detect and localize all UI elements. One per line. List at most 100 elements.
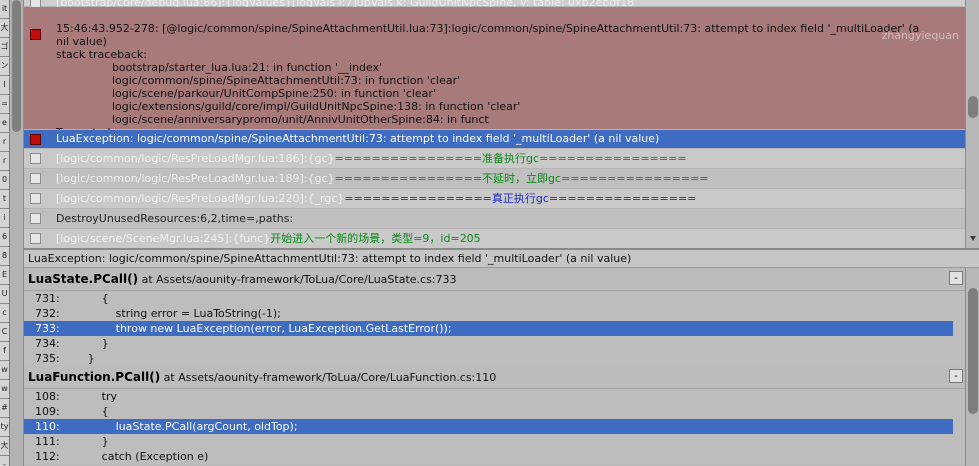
info-icon <box>30 233 41 244</box>
log-entry-text: DestroyUnusedResources:6,2,time=,paths: <box>56 209 965 228</box>
code-line: 735: } <box>24 351 953 366</box>
adjacent-tab[interactable]: ty <box>0 418 9 437</box>
adjacent-tab[interactable]: = <box>0 95 9 114</box>
code-line-highlighted: 110: luaState.PCall(argCount, oldTop); <box>24 419 953 434</box>
stacktrace-detail-pane: LuaState.PCall() at Assets/aounity-frame… <box>24 268 965 466</box>
log-entry-line: logic/common/spine/SpineAttachmentUtil:7… <box>56 74 461 87</box>
log-list-scrollbar[interactable] <box>965 0 979 248</box>
line-code: } <box>59 337 109 350</box>
line-number: 112: <box>35 450 60 463</box>
log-entry-line: nil value) <box>56 35 107 48</box>
error-icon <box>30 29 41 40</box>
adjacent-tab[interactable]: ン <box>0 57 9 76</box>
adjacent-tab[interactable]: w <box>0 361 9 380</box>
adjacent-tab[interactable]: I <box>0 76 9 95</box>
line-code: { <box>59 405 109 418</box>
watermark: zhangyiequan <box>881 29 959 42</box>
log-source-prefix: [logic/common/logic/ResPreLoadMgr.lua:18… <box>56 152 335 165</box>
detail-scrollbar-thumb[interactable] <box>968 288 978 414</box>
adjacent-tab[interactable]: r <box>0 133 9 152</box>
code-snippet: 108: try 109: {110: luaState.PCall(argCou… <box>24 389 965 464</box>
left-scrollbar-thumb[interactable] <box>12 0 21 132</box>
line-code: throw new LuaException(error, LuaExcepti… <box>59 322 452 335</box>
frame-function-name: LuaState.PCall() <box>28 272 139 286</box>
log-entry-text: [logic/scene/SceneMgr.lua:245]:{func}开始进… <box>56 229 965 248</box>
code-line: 112: catch (Exception e) <box>24 449 953 464</box>
adjacent-tab[interactable]: t <box>0 190 9 209</box>
line-number: 111: <box>35 435 60 448</box>
adjacent-tab[interactable]: e <box>0 114 9 133</box>
line-code: string error = LuaToString(-1); <box>59 307 281 320</box>
log-entry[interactable]: [logic/scene/SceneMgr.lua:245]:{func}开始进… <box>24 229 965 248</box>
adjacent-tab[interactable]: 6 <box>0 228 9 247</box>
log-source-prefix: [logic/scene/SceneMgr.lua:245]:{func} <box>56 232 271 245</box>
code-line: 731: { <box>24 291 953 306</box>
log-entry-line: logic/scene/parkour/UnitCompSpine:250: i… <box>56 87 436 100</box>
stack-frame-header: LuaState.PCall() at Assets/aounity-frame… <box>24 268 965 291</box>
log-message: ================不延时，立即gc================ <box>334 172 709 185</box>
adjacent-tab[interactable]: f <box>0 342 9 361</box>
scroll-down-arrow-icon[interactable] <box>970 236 976 241</box>
code-line: 108: try <box>24 389 953 404</box>
line-number: 108: <box>35 390 60 403</box>
info-icon <box>30 213 41 224</box>
adjacent-tab[interactable]: # <box>0 399 9 418</box>
adjacent-tab[interactable]: w <box>0 380 9 399</box>
log-entry[interactable]: [logic/common/logic/ResPreLoadMgr.lua:22… <box>24 189 965 209</box>
collapse-button[interactable]: - <box>949 369 963 383</box>
detail-scrollbar[interactable] <box>965 268 979 466</box>
console-log-list[interactable]: [bootstrap/core/debug.lua:86]:{logValues… <box>24 0 965 248</box>
adjacent-tab[interactable]: r <box>0 152 9 171</box>
code-snippet: 731: {732: string error = LuaToString(-1… <box>24 291 965 366</box>
adjacent-tab[interactable]: it <box>0 0 9 19</box>
log-entry[interactable]: [logic/common/logic/ResPreLoadMgr.lua:18… <box>24 149 965 169</box>
collapse-button[interactable]: - <box>949 271 963 285</box>
log-entry[interactable]: DestroyUnusedResources:6,2,time=,paths: <box>24 209 965 229</box>
log-source-prefix: [logic/common/logic/ResPreLoadMgr.lua:18… <box>56 172 335 185</box>
log-entry-line: logic/extensions/guild/core/impl/GuildUn… <box>56 100 521 113</box>
adjacent-tab[interactable]: E <box>0 266 9 285</box>
adjacent-tab[interactable]: 大 <box>0 437 9 456</box>
log-entry[interactable]: [logic/common/logic/ResPreLoadMgr.lua:18… <box>24 169 965 189</box>
log-message: DestroyUnusedResources:6,2,time=,paths: <box>56 212 294 225</box>
stack-frame-header: LuaFunction.PCall() at Assets/aounity-fr… <box>24 366 965 389</box>
log-entry-text: [logic/common/logic/ResPreLoadMgr.lua:22… <box>56 189 965 208</box>
adjacent-tab[interactable]: 8 <box>0 247 9 266</box>
info-icon <box>30 153 41 164</box>
log-entry[interactable]: [bootstrap/core/debug.lua:86]:{logValues… <box>24 0 965 9</box>
frame-function-name: LuaFunction.PCall() <box>28 370 161 384</box>
log-entry-error[interactable]: zhangyiequan 15:46:43.952-278: [@logic/co… <box>24 7 965 139</box>
line-number: 732: <box>35 307 60 320</box>
log-entry-line: logic/scene/anniversarypromo/unit/AnnivU… <box>56 113 489 126</box>
line-number: 735: <box>35 352 60 365</box>
adjacent-tab[interactable]: ゴ <box>0 38 9 57</box>
code-line-highlighted: 733: throw new LuaException(error, LuaEx… <box>24 321 953 336</box>
adjacent-tab[interactable]: C <box>0 323 9 342</box>
log-message: 开始进入一个新的场景，类型=9，id=205 <box>270 232 481 245</box>
log-entry-text: [logic/common/logic/ResPreLoadMgr.lua:18… <box>56 169 965 188</box>
log-message: ================真正执行gc================ <box>344 192 697 205</box>
adjacent-tab[interactable]: 0 <box>0 171 9 190</box>
line-number: 731: <box>35 292 60 305</box>
log-entry-text: 15:46:43.952-278: [@logic/common/spine/S… <box>56 7 965 141</box>
selected-message-header: LuaException: logic/common/spine/SpineAt… <box>24 250 979 268</box>
code-line: 734: } <box>24 336 953 351</box>
line-number: 110: <box>35 420 60 433</box>
line-code: } <box>59 352 95 365</box>
left-scrollbar[interactable] <box>10 0 24 466</box>
log-entry-selected[interactable]: LuaException: logic/common/spine/SpineAt… <box>24 130 965 149</box>
adjacent-tab[interactable]: U <box>0 285 9 304</box>
info-icon <box>30 193 41 204</box>
adjacent-tab[interactable]: - <box>0 456 9 466</box>
adjacent-tab[interactable]: c <box>0 304 9 323</box>
adjacent-tab[interactable]: 大 <box>0 19 9 38</box>
adjacent-window-tab-strip: it 大ゴン I = e r r 0 t i 6 8 E Uc Cf w w # ty 大 - <box>0 0 10 466</box>
log-list-scrollbar-thumb[interactable] <box>968 96 978 118</box>
code-line: 109: { <box>24 404 953 419</box>
line-code: } <box>59 435 109 448</box>
line-code: luaState.PCall(argCount, oldTop); <box>59 420 298 433</box>
line-number: 734: <box>35 337 60 350</box>
adjacent-tab[interactable]: i <box>0 209 9 228</box>
line-code: try <box>59 390 118 403</box>
log-source-prefix: [logic/common/logic/ResPreLoadMgr.lua:22… <box>56 192 345 205</box>
